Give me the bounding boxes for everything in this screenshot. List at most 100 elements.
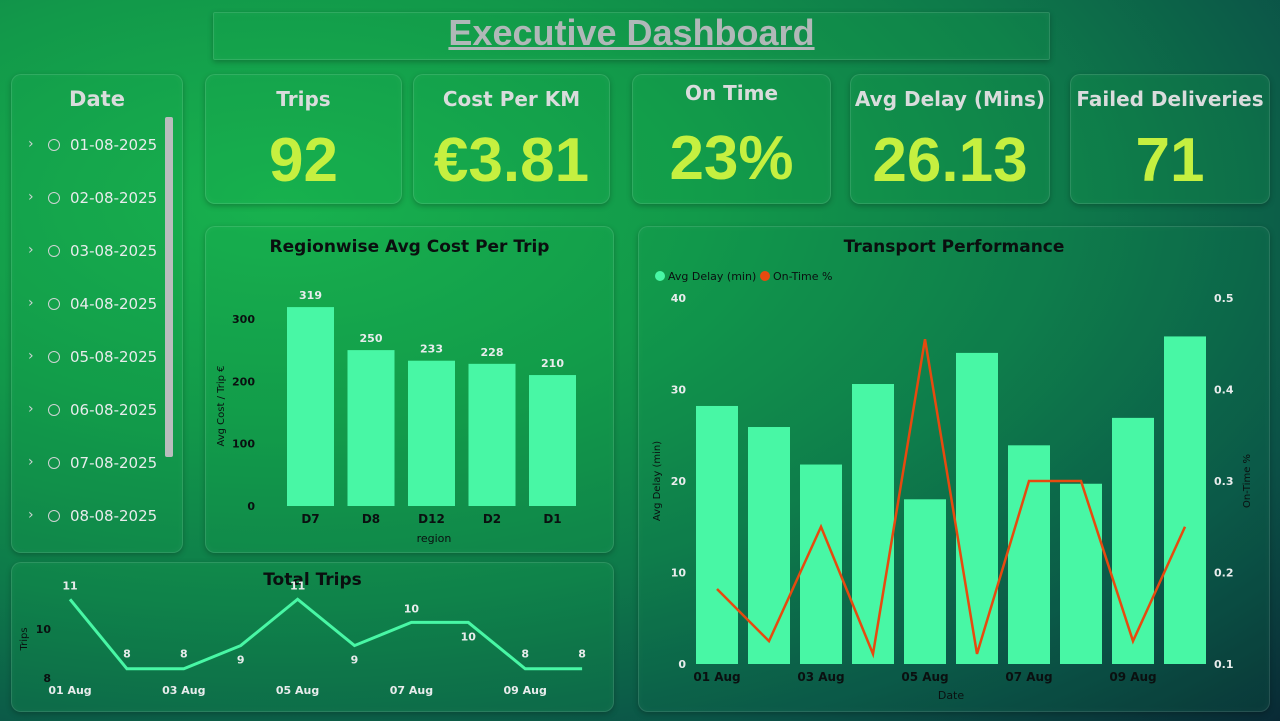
kpi-value: 92 [269, 126, 338, 195]
bar [956, 352, 998, 664]
radio-icon[interactable] [48, 404, 60, 416]
chevron-right-icon[interactable]: › [28, 454, 34, 470]
y2-tick-label: 0.4 [1214, 384, 1234, 397]
y-tick-label: 10 [671, 567, 687, 580]
bar [1060, 483, 1102, 664]
legend-label: Avg Delay (min) [668, 270, 756, 283]
slicer-title: Date [69, 87, 125, 111]
y-tick-label: 300 [232, 313, 255, 326]
chevron-right-icon[interactable]: › [28, 295, 34, 311]
data-label: 8 [578, 648, 586, 661]
y-axis-label: Trips [19, 627, 30, 651]
data-label: 210 [541, 357, 564, 370]
radio-icon[interactable] [48, 245, 60, 257]
chevron-right-icon[interactable]: › [28, 189, 34, 205]
radio-icon[interactable] [48, 139, 60, 151]
data-label: 11 [290, 579, 305, 592]
slicer-scrollbar[interactable] [165, 117, 173, 457]
chevron-right-icon[interactable]: › [28, 401, 34, 417]
bar [1008, 445, 1050, 664]
legend-marker [760, 271, 770, 281]
bar [287, 307, 334, 506]
chevron-right-icon[interactable]: › [28, 507, 34, 523]
radio-icon[interactable] [48, 192, 60, 204]
y-tick-label: 0 [678, 658, 686, 671]
radio-icon[interactable] [48, 510, 60, 522]
y-tick-label: 100 [232, 438, 255, 451]
kpi-value: 71 [1135, 126, 1205, 195]
chevron-right-icon[interactable]: › [28, 348, 34, 364]
chevron-right-icon[interactable]: › [28, 242, 34, 258]
y-axis-label: Avg Cost / Trip € [216, 365, 227, 446]
y-tick-label: 30 [671, 384, 687, 397]
data-label: 228 [481, 346, 504, 359]
legend-label: On-Time % [773, 270, 832, 283]
bar [748, 427, 790, 664]
data-label: 10 [461, 630, 477, 643]
data-label: 11 [62, 579, 77, 592]
data-label: 8 [180, 648, 188, 661]
x-tick-label: D1 [543, 512, 561, 526]
y-tick-label: 10 [36, 623, 52, 636]
x-axis-label: region [417, 532, 452, 545]
date-slicer: Date › 01-08-2025 › 02-08-2025 › 03-08-2025… [11, 74, 183, 553]
kpi-label: Failed Deliveries [1076, 87, 1264, 111]
bar [468, 363, 516, 506]
bar [696, 405, 738, 664]
kpi-card-avg-delay: Avg Delay (Mins) 26.13 [850, 74, 1050, 204]
data-label: 9 [237, 654, 245, 667]
chart-total-trips-svg: Trips 108118 8 911910108 801 Aug 03 Aug 05 Aug… [19, 579, 586, 697]
data-label: 250 [360, 332, 383, 345]
x-tick-label: D7 [301, 512, 319, 526]
y-tick-label: 200 [232, 375, 255, 388]
x-axis-label: Date [938, 689, 965, 702]
y-axis-label: Avg Delay (min) [652, 441, 663, 521]
x-tick-label: 01 Aug [48, 684, 91, 697]
bar [852, 384, 894, 664]
x-tick-label: 05 Aug [276, 684, 319, 697]
kpi-value: 26.13 [872, 126, 1028, 195]
y2-tick-label: 0.1 [1214, 658, 1234, 671]
kpi-card-failed-deliveries: Failed Deliveries 71 [1070, 74, 1270, 204]
y2-axis-label: On-Time % [1242, 454, 1253, 508]
kpi-value: €3.81 [433, 126, 590, 195]
x-tick-label: 09 Aug [504, 684, 547, 697]
chevron-right-icon[interactable]: › [28, 136, 34, 152]
data-label: 319 [299, 289, 322, 302]
x-tick-label: 03 Aug [797, 670, 844, 684]
kpi-label: Cost Per KM [442, 87, 581, 111]
radio-icon[interactable] [48, 351, 60, 363]
y-tick-label: 20 [671, 475, 687, 488]
data-label: 10 [404, 602, 420, 615]
kpi-label: Avg Delay (Mins) [854, 87, 1046, 111]
y2-tick-label: 0.2 [1214, 567, 1234, 580]
radio-icon[interactable] [48, 298, 60, 310]
y2-tick-label: 0.3 [1214, 475, 1234, 488]
chart-regionwise-svg: 0 100 200 300 Avg Cost / Trip € 319 D7 250 D8 233… [216, 289, 576, 545]
y2-tick-label: 0.5 [1214, 292, 1234, 305]
y-tick-label: 0 [247, 500, 255, 513]
y-tick-label: 40 [671, 292, 687, 305]
data-label: 233 [420, 343, 443, 356]
kpi-card-cost-per-km: Cost Per KM €3.81 [413, 74, 610, 204]
x-tick-label: 07 Aug [390, 684, 433, 697]
kpi-card-trips: Trips 92 [205, 74, 402, 204]
radio-icon[interactable] [48, 457, 60, 469]
x-tick-label: D8 [362, 512, 380, 526]
kpi-label: Trips [276, 87, 331, 111]
bar [529, 375, 576, 506]
page-title: Executive Dashboard [448, 12, 815, 53]
bar [1112, 417, 1154, 664]
kpi-label: On Time [684, 81, 779, 105]
x-tick-label: 09 Aug [1109, 670, 1156, 684]
x-tick-label: 03 Aug [162, 684, 205, 697]
x-tick-label: 05 Aug [901, 670, 948, 684]
kpi-value: 23% [669, 124, 794, 193]
bar [1164, 336, 1206, 664]
legend-marker [655, 271, 665, 281]
data-label: 8 [123, 648, 131, 661]
bar [347, 350, 395, 506]
kpi-card-on-time: On Time 23% [632, 74, 831, 204]
data-label: 8 [521, 648, 529, 661]
trips-line [68, 597, 583, 671]
